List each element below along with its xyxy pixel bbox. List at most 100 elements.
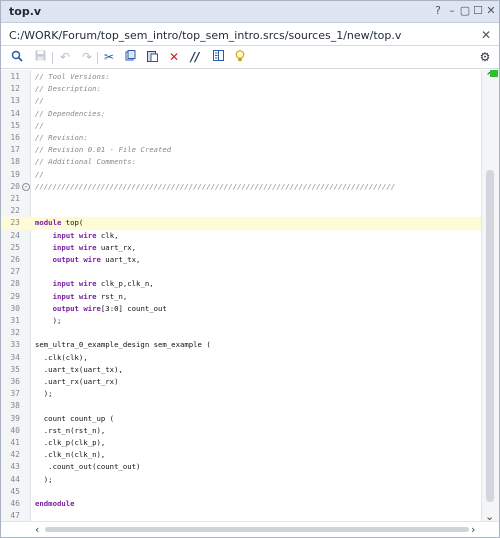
code-rest: [3:0] count_out	[100, 303, 167, 313]
scroll-left-icon[interactable]: ‹	[35, 523, 39, 536]
restore-button[interactable]: ▢	[458, 4, 472, 18]
line-number: 13	[10, 96, 20, 106]
code-line[interactable]: 45	[1, 486, 481, 498]
code-comment: // Revision:	[35, 133, 88, 142]
code-line[interactable]: 36 .uart_rx(uart_rx)	[1, 376, 481, 388]
code-line[interactable]: 23 module top(	[1, 217, 481, 230]
close-window-button[interactable]: ✕	[484, 4, 498, 18]
code-line[interactable]: 28 input wire clk_p,clk_n,	[1, 278, 481, 290]
close-file-button[interactable]: ✕	[481, 28, 491, 42]
search-icon[interactable]	[9, 50, 25, 66]
vertical-scroll-thumb[interactable]	[486, 170, 494, 502]
code-line[interactable]: 20-/////////////////////////////////////…	[1, 181, 481, 193]
code-comment: //	[35, 96, 44, 106]
bulb-icon[interactable]	[232, 50, 248, 66]
toolbar-divider	[97, 52, 98, 64]
code-comment: // Tool Versions:	[35, 72, 110, 81]
line-number: 37	[10, 389, 20, 399]
line-number: 21	[10, 194, 20, 203]
code-keyword: module	[35, 218, 62, 228]
line-number: 38	[10, 401, 20, 411]
code-line[interactable]: 16 // Revision:	[1, 132, 481, 144]
cut-icon[interactable]: ✂	[101, 50, 117, 66]
vertical-scrollbar[interactable]: ⌃ ⌄	[481, 70, 499, 523]
line-number: 28	[10, 279, 20, 289]
line-number: 25	[10, 242, 20, 252]
file-path: C:/WORK/Forum/top_sem_intro/top_sem_intr…	[9, 29, 402, 42]
line-number: 16	[10, 133, 20, 142]
code-line[interactable]: 35 .uart_tx(uart_tx),	[1, 364, 481, 376]
gear-icon[interactable]: ⚙	[477, 50, 493, 66]
code-line[interactable]: 46 endmodule	[1, 498, 481, 510]
fold-toggle-icon[interactable]: -	[22, 182, 30, 191]
comment-icon[interactable]: //	[187, 50, 203, 66]
code-line[interactable]: 32	[1, 327, 481, 339]
line-number: 15	[10, 120, 20, 130]
code-line[interactable]: 40 .rst_n(rst_n),	[1, 425, 481, 437]
paste-icon[interactable]	[144, 50, 160, 66]
code-line[interactable]: 39 count count_up (	[1, 413, 481, 425]
code-editor[interactable]: 11 // Tool Versions: 12 // Description: 13 //…	[1, 70, 499, 521]
minimize-button[interactable]: –	[445, 4, 459, 18]
code-line[interactable]: 24 input wire clk,	[1, 230, 481, 242]
line-number: 29	[10, 291, 20, 301]
code-line[interactable]: 37 );	[1, 388, 481, 400]
code-line[interactable]: 19 //	[1, 169, 481, 181]
code-line[interactable]: 26 output wire uart_tx,	[1, 254, 481, 266]
code-line[interactable]: 22	[1, 205, 481, 217]
code-line[interactable]: 42 .clk_n(clk_n),	[1, 449, 481, 461]
code-line[interactable]: 11 // Tool Versions:	[1, 71, 481, 83]
code-line[interactable]: 14 // Dependencies:	[1, 108, 481, 120]
code-text: sem_ultra_0_example_design sem_example (	[35, 340, 211, 350]
redo-icon[interactable]: ↷	[79, 50, 95, 66]
horizontal-scrollbar[interactable]: ‹ ›	[1, 521, 499, 537]
delete-icon[interactable]: ✕	[166, 50, 182, 66]
code-comment: ////////////////////////////////////////…	[35, 181, 396, 191]
code-line[interactable]: 31 );	[1, 315, 481, 327]
code-keyword: output wire	[52, 255, 101, 264]
code-line[interactable]: 41 .clk_p(clk_p),	[1, 437, 481, 449]
line-number: 18	[10, 157, 20, 167]
code-text: input wire clk,	[35, 230, 119, 242]
code-line[interactable]: 43 .count_out(count_out)	[1, 461, 481, 473]
code-comment: // Description:	[35, 84, 101, 94]
code-line[interactable]: 34 .clk(clk),	[1, 352, 481, 364]
undo-icon[interactable]: ↶	[57, 50, 73, 66]
code-line[interactable]: 29 input wire rst_n,	[1, 291, 481, 303]
maximize-button[interactable]: ☐	[471, 4, 485, 18]
code-text: );	[35, 474, 53, 484]
code-line[interactable]: 30 output wire[3:0] count_out	[1, 303, 481, 315]
code-line[interactable]: 17 // Revision 0.01 - File Created	[1, 144, 481, 156]
code-comment: // Additional Comments:	[35, 157, 137, 167]
code-line[interactable]: 13 //	[1, 95, 481, 107]
code-line[interactable]: 38	[1, 400, 481, 412]
code-rest: top(	[61, 218, 84, 228]
code-line[interactable]: 27	[1, 266, 481, 278]
code-line[interactable]: 21	[1, 193, 481, 205]
line-number: 36	[10, 377, 20, 386]
horizontal-scroll-thumb[interactable]	[45, 527, 469, 532]
block-icon[interactable]	[210, 50, 226, 66]
code-keyword: input wire	[52, 291, 97, 301]
code-text: .uart_tx(uart_tx),	[35, 364, 123, 374]
code-keyword: output wire	[52, 303, 101, 313]
code-line[interactable]: 18 // Additional Comments:	[1, 156, 481, 168]
code-line[interactable]: 12 // Description:	[1, 83, 481, 95]
save-icon[interactable]	[32, 50, 48, 66]
code-line[interactable]: 15 //	[1, 120, 481, 132]
code-text: );	[35, 389, 53, 399]
code-line[interactable]: 25 input wire uart_rx,	[1, 242, 481, 254]
code-rest: clk_p,clk_n,	[96, 279, 154, 289]
code-line[interactable]: 44 );	[1, 474, 481, 486]
scroll-right-icon[interactable]: ›	[471, 523, 475, 536]
help-icon[interactable]: ?	[431, 4, 445, 18]
line-number: 20	[10, 181, 20, 191]
code-line[interactable]: 47	[1, 510, 481, 521]
title-bar: top.v ? – ▢ ☐ ✕	[1, 1, 499, 23]
copy-icon[interactable]	[122, 50, 138, 66]
code-line[interactable]: 33 sem_ultra_0_example_design sem_example…	[1, 339, 481, 351]
